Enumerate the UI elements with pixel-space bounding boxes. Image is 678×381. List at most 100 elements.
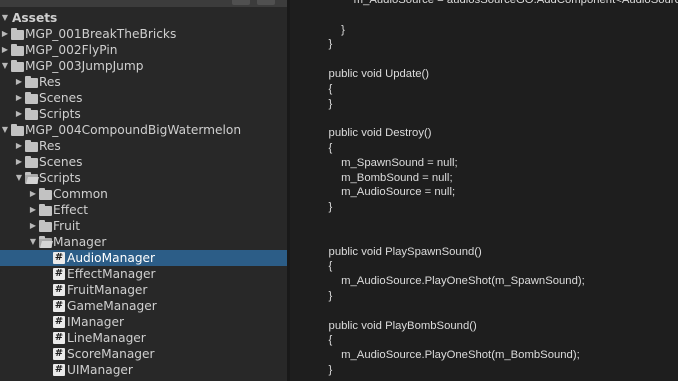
tree-item-label: EffectManager	[67, 267, 156, 281]
folder-icon	[39, 220, 52, 232]
chevron-right-icon[interactable]: ▶	[28, 202, 38, 218]
chevron-right-icon[interactable]: ▶	[14, 138, 24, 154]
folder-icon	[25, 76, 38, 88]
chevron-right-icon[interactable]: ▶	[28, 218, 38, 234]
code-line: {	[316, 82, 333, 95]
tree-item-label: Res	[39, 75, 61, 89]
tree-item-label: Scripts	[39, 171, 81, 185]
csharp-script-icon: #	[53, 252, 65, 264]
chevron-down-icon[interactable]: ▼	[0, 122, 10, 138]
code-line: }	[316, 23, 345, 36]
code-line: {	[316, 260, 333, 273]
tree-item-folder[interactable]: ▶ Effect	[0, 202, 287, 218]
tree-item-label: MGP_001BreakTheBricks	[25, 27, 177, 41]
toolbar-button[interactable]	[257, 0, 275, 5]
tree-item-label: Effect	[53, 203, 89, 217]
tree-item-script[interactable]: # IManager	[0, 314, 287, 330]
chevron-down-icon[interactable]: ▼	[14, 170, 24, 186]
code-line: }	[316, 201, 333, 214]
code-line: public void PlaySpawnSound()	[316, 245, 482, 258]
tree-item-script[interactable]: # LineManager	[0, 330, 287, 346]
tree-item-folder[interactable]: ▼ MGP_004CompoundBigWatermelon	[0, 122, 287, 138]
code-line: m_AudioSource = null;	[316, 186, 456, 199]
tree-item-label: ScoreManager	[67, 347, 155, 361]
code-line: m_AudioSource.PlayOneShot(m_SpawnSound);	[316, 275, 585, 288]
tree-item-folder[interactable]: ▶ MGP_002FlyPin	[0, 42, 287, 58]
tree-item-folder[interactable]: ▼ Manager	[0, 234, 287, 250]
csharp-script-icon: #	[53, 316, 65, 328]
chevron-right-icon[interactable]: ▶	[0, 26, 10, 42]
panel-toolbar	[0, 0, 287, 7]
code-line: public void PlayBombSound()	[316, 319, 477, 332]
tree-item-label: Fruit	[53, 219, 81, 233]
folder-icon	[25, 156, 38, 168]
tree-item-label: MGP_002FlyPin	[25, 43, 118, 57]
code-line: m_BombSound = null;	[316, 171, 453, 184]
folder-open-icon	[25, 172, 38, 184]
tree-item-folder[interactable]: ▶ Common	[0, 186, 287, 202]
tree-item-label: AudioManager	[67, 251, 156, 265]
chevron-right-icon[interactable]: ▶	[14, 154, 24, 170]
tree-item-folder[interactable]: ▶ MGP_001BreakTheBricks	[0, 26, 287, 42]
code-line: {	[316, 142, 333, 154]
chevron-right-icon[interactable]: ▶	[14, 90, 24, 106]
code-line: }	[316, 38, 333, 51]
code-line: }	[316, 290, 333, 302]
chevron-right-icon[interactable]: ▶	[0, 42, 10, 58]
chevron-right-icon[interactable]: ▶	[14, 74, 24, 90]
tree-item-label: MGP_004CompoundBigWatermelon	[25, 123, 242, 137]
folder-icon	[39, 188, 52, 200]
chevron-down-icon[interactable]: ▼	[0, 10, 10, 26]
folder-icon	[25, 108, 38, 120]
code-line: public void Update()	[316, 68, 430, 80]
tree-item-label: Scenes	[39, 91, 83, 105]
tree-item-folder[interactable]: ▶ Res	[0, 138, 287, 154]
project-tree: ▼ Assets ▶ MGP_001BreakTheBricks ▶ MGP_002F…	[0, 10, 287, 378]
tree-item-script[interactable]: # GameManager	[0, 298, 287, 314]
code-line: m_AudioSource.PlayOneShot(m_BombSound);	[316, 349, 580, 362]
tree-item-label: IManager	[67, 315, 125, 329]
csharp-script-icon: #	[53, 268, 65, 280]
code-line: {	[316, 334, 333, 347]
tree-item-folder[interactable]: ▶ Fruit	[0, 218, 287, 234]
tree-item-script[interactable]: # UIManager	[0, 362, 287, 378]
folder-icon	[39, 204, 52, 216]
code-line: }	[316, 97, 333, 110]
tree-item-folder[interactable]: ▶ Scenes	[0, 90, 287, 106]
folder-icon	[11, 124, 24, 136]
folder-icon	[25, 140, 38, 152]
tree-item-folder[interactable]: ▶ Scenes	[0, 154, 287, 170]
folder-icon	[11, 44, 24, 56]
chevron-down-icon[interactable]: ▼	[28, 234, 38, 250]
tree-item-label: Scenes	[39, 155, 83, 169]
tree-item-script[interactable]: # EffectManager	[0, 266, 287, 282]
code-line: m_AudioSource = audiosSourceGO.AddCompon…	[316, 0, 678, 6]
chevron-right-icon[interactable]: ▶	[28, 186, 38, 202]
folder-icon	[25, 92, 38, 104]
tree-item-script[interactable]: # FruitManager	[0, 282, 287, 298]
tree-item-script[interactable]: # ScoreManager	[0, 346, 287, 362]
tree-item-folder[interactable]: ▼ MGP_003JumpJump	[0, 58, 287, 74]
tree-item-label: Common	[53, 187, 108, 201]
tree-item-label: Scripts	[39, 107, 81, 121]
tree-item-label: UIManager	[67, 363, 133, 377]
tree-item-folder[interactable]: ▶ Res	[0, 74, 287, 90]
chevron-down-icon[interactable]: ▼	[0, 58, 10, 74]
project-panel: ▼ Assets ▶ MGP_001BreakTheBricks ▶ MGP_002F…	[0, 0, 287, 381]
tree-root-assets[interactable]: ▼ Assets	[0, 10, 287, 26]
tree-item-label: MGP_003JumpJump	[25, 59, 144, 73]
code-line: public void Destroy()	[316, 127, 432, 140]
tree-item-script[interactable]: # AudioManager	[0, 250, 287, 266]
chevron-right-icon[interactable]: ▶	[14, 106, 24, 122]
toolbar-button[interactable]	[232, 0, 250, 5]
tree-item-label: LineManager	[67, 331, 146, 345]
tree-item-label: FruitManager	[67, 283, 148, 297]
csharp-script-icon: #	[53, 364, 65, 376]
tree-item-label: Manager	[53, 235, 107, 249]
code-line: }	[316, 364, 333, 376]
tree-item-folder[interactable]: ▶ Scripts	[0, 106, 287, 122]
tree-item-label: GameManager	[67, 299, 157, 313]
code-editor[interactable]: m_AudioSource = audiosSourceGO.AddCompon…	[290, 0, 678, 381]
tree-item-label: Res	[39, 139, 61, 153]
tree-item-folder[interactable]: ▼ Scripts	[0, 170, 287, 186]
